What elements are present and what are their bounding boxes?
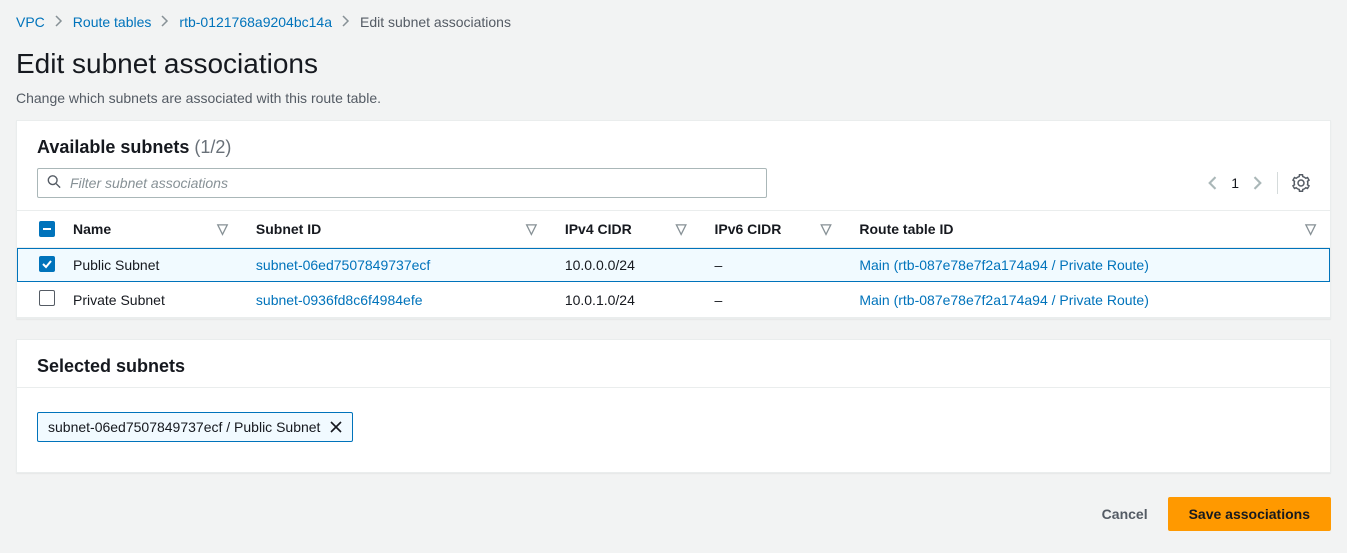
- chevron-right-icon: [161, 14, 169, 30]
- column-header-subnet-id[interactable]: Subnet ID▽: [242, 211, 551, 248]
- available-subnets-title: Available subnets: [37, 137, 189, 157]
- selected-subnets-title: Selected subnets: [37, 356, 185, 376]
- table-row[interactable]: Public Subnet subnet-06ed7507849737ecf 1…: [17, 248, 1330, 282]
- page-number: 1: [1231, 175, 1239, 191]
- page-subtitle: Change which subnets are associated with…: [16, 90, 1331, 106]
- column-header-ipv4[interactable]: IPv4 CIDR▽: [551, 211, 701, 248]
- chip-label: subnet-06ed7507849737ecf / Public Subnet: [48, 419, 320, 435]
- filter-input[interactable]: [37, 168, 767, 198]
- chevron-right-icon: [55, 14, 63, 30]
- subnet-id-link[interactable]: subnet-0936fd8c6f4984efe: [256, 292, 423, 308]
- sort-icon: ▽: [821, 221, 832, 238]
- row-checkbox[interactable]: [39, 256, 55, 272]
- row-checkbox[interactable]: [39, 290, 55, 306]
- table-row[interactable]: Private Subnet subnet-0936fd8c6f4984efe …: [17, 282, 1330, 318]
- route-table-link[interactable]: Main (rtb-087e78e7f2a174a94 / Private Ro…: [859, 292, 1149, 308]
- sort-icon: ▽: [217, 221, 228, 238]
- selected-subnets-panel: Selected subnets subnet-06ed7507849737ec…: [16, 339, 1331, 473]
- cell-name: Private Subnet: [59, 282, 242, 318]
- cell-ipv6: –: [700, 282, 845, 318]
- column-header-ipv6[interactable]: IPv6 CIDR▽: [700, 211, 845, 248]
- remove-chip-button[interactable]: [330, 421, 342, 433]
- save-associations-button[interactable]: Save associations: [1168, 497, 1331, 531]
- subnets-table: Name▽ Subnet ID▽ IPv4 CIDR▽ IPv6 CIDR▽ R…: [17, 210, 1330, 318]
- divider: [1277, 172, 1278, 194]
- cell-ipv6: –: [700, 248, 845, 282]
- breadcrumb-vpc[interactable]: VPC: [16, 14, 45, 30]
- select-all-checkbox[interactable]: [39, 221, 55, 237]
- page-title: Edit subnet associations: [16, 48, 1331, 80]
- breadcrumb-route-tables[interactable]: Route tables: [73, 14, 152, 30]
- sort-icon: ▽: [1305, 221, 1316, 238]
- available-subnets-panel: Available subnets (1/2) 1: [16, 120, 1331, 319]
- breadcrumb-current: Edit subnet associations: [360, 14, 511, 30]
- chevron-right-icon: [342, 14, 350, 30]
- sort-icon: ▽: [676, 221, 687, 238]
- prev-page-button[interactable]: [1207, 176, 1217, 190]
- column-header-name[interactable]: Name▽: [59, 211, 242, 248]
- cell-ipv4: 10.0.1.0/24: [551, 282, 701, 318]
- sort-icon: ▽: [526, 221, 537, 238]
- settings-button[interactable]: [1292, 174, 1310, 192]
- next-page-button[interactable]: [1253, 176, 1263, 190]
- available-subnets-count: (1/2): [194, 137, 231, 157]
- selected-subnet-chip: subnet-06ed7507849737ecf / Public Subnet: [37, 412, 353, 442]
- breadcrumb: VPC Route tables rtb-0121768a9204bc14a E…: [16, 14, 1331, 30]
- subnet-id-link[interactable]: subnet-06ed7507849737ecf: [256, 257, 430, 273]
- cell-name: Public Subnet: [59, 248, 242, 282]
- cancel-button[interactable]: Cancel: [1098, 498, 1152, 530]
- breadcrumb-rtb-id[interactable]: rtb-0121768a9204bc14a: [179, 14, 332, 30]
- column-header-route-table[interactable]: Route table ID▽: [845, 211, 1330, 248]
- cell-ipv4: 10.0.0.0/24: [551, 248, 701, 282]
- search-icon: [47, 175, 61, 192]
- route-table-link[interactable]: Main (rtb-087e78e7f2a174a94 / Private Ro…: [859, 257, 1149, 273]
- action-bar: Cancel Save associations: [16, 493, 1331, 531]
